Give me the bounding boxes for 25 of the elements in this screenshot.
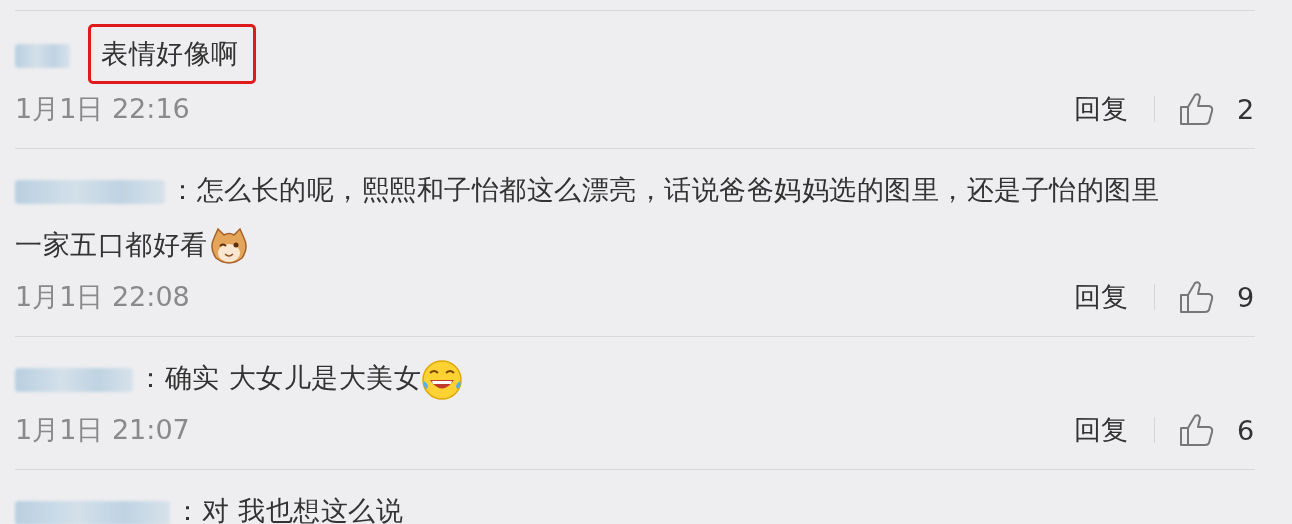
laughing-emoji-icon: [421, 358, 464, 401]
like-count: 2: [1237, 93, 1255, 125]
reply-link[interactable]: 回复: [1074, 412, 1128, 448]
reply-link[interactable]: 回复: [1074, 279, 1128, 315]
timestamp: 1月1日 22:16: [15, 92, 190, 126]
colon: ：: [137, 362, 165, 393]
blurred-username[interactable]: [15, 179, 165, 204]
like-count: 9: [1237, 281, 1255, 313]
comment-text: 确实 大女儿是大美女: [164, 362, 422, 393]
comment-text: 怎么长的呢，熙熙和子怡都这么漂亮，话说爸爸妈妈选的图里，还是子怡的图里: [196, 174, 1159, 205]
comment-text: 对 我也想这么说: [201, 495, 404, 524]
comment-text: 一家五口都好看: [15, 229, 208, 260]
blurred-username[interactable]: [15, 367, 133, 392]
timestamp: 1月1日 22:08: [15, 280, 190, 314]
thumbs-up-icon[interactable]: [1179, 91, 1215, 127]
blurred-username[interactable]: [15, 500, 170, 524]
like-count: 6: [1237, 414, 1255, 446]
highlighted-comment-text: 表情好像啊: [88, 24, 256, 84]
thumbs-up-icon[interactable]: [1179, 412, 1215, 448]
thumbs-up-icon[interactable]: [1179, 279, 1215, 315]
colon: ：: [169, 174, 197, 205]
blurred-username[interactable]: [15, 43, 70, 68]
colon: ：: [174, 495, 202, 524]
reply-link[interactable]: 回复: [1074, 91, 1128, 127]
timestamp: 1月1日 21:07: [15, 413, 190, 447]
